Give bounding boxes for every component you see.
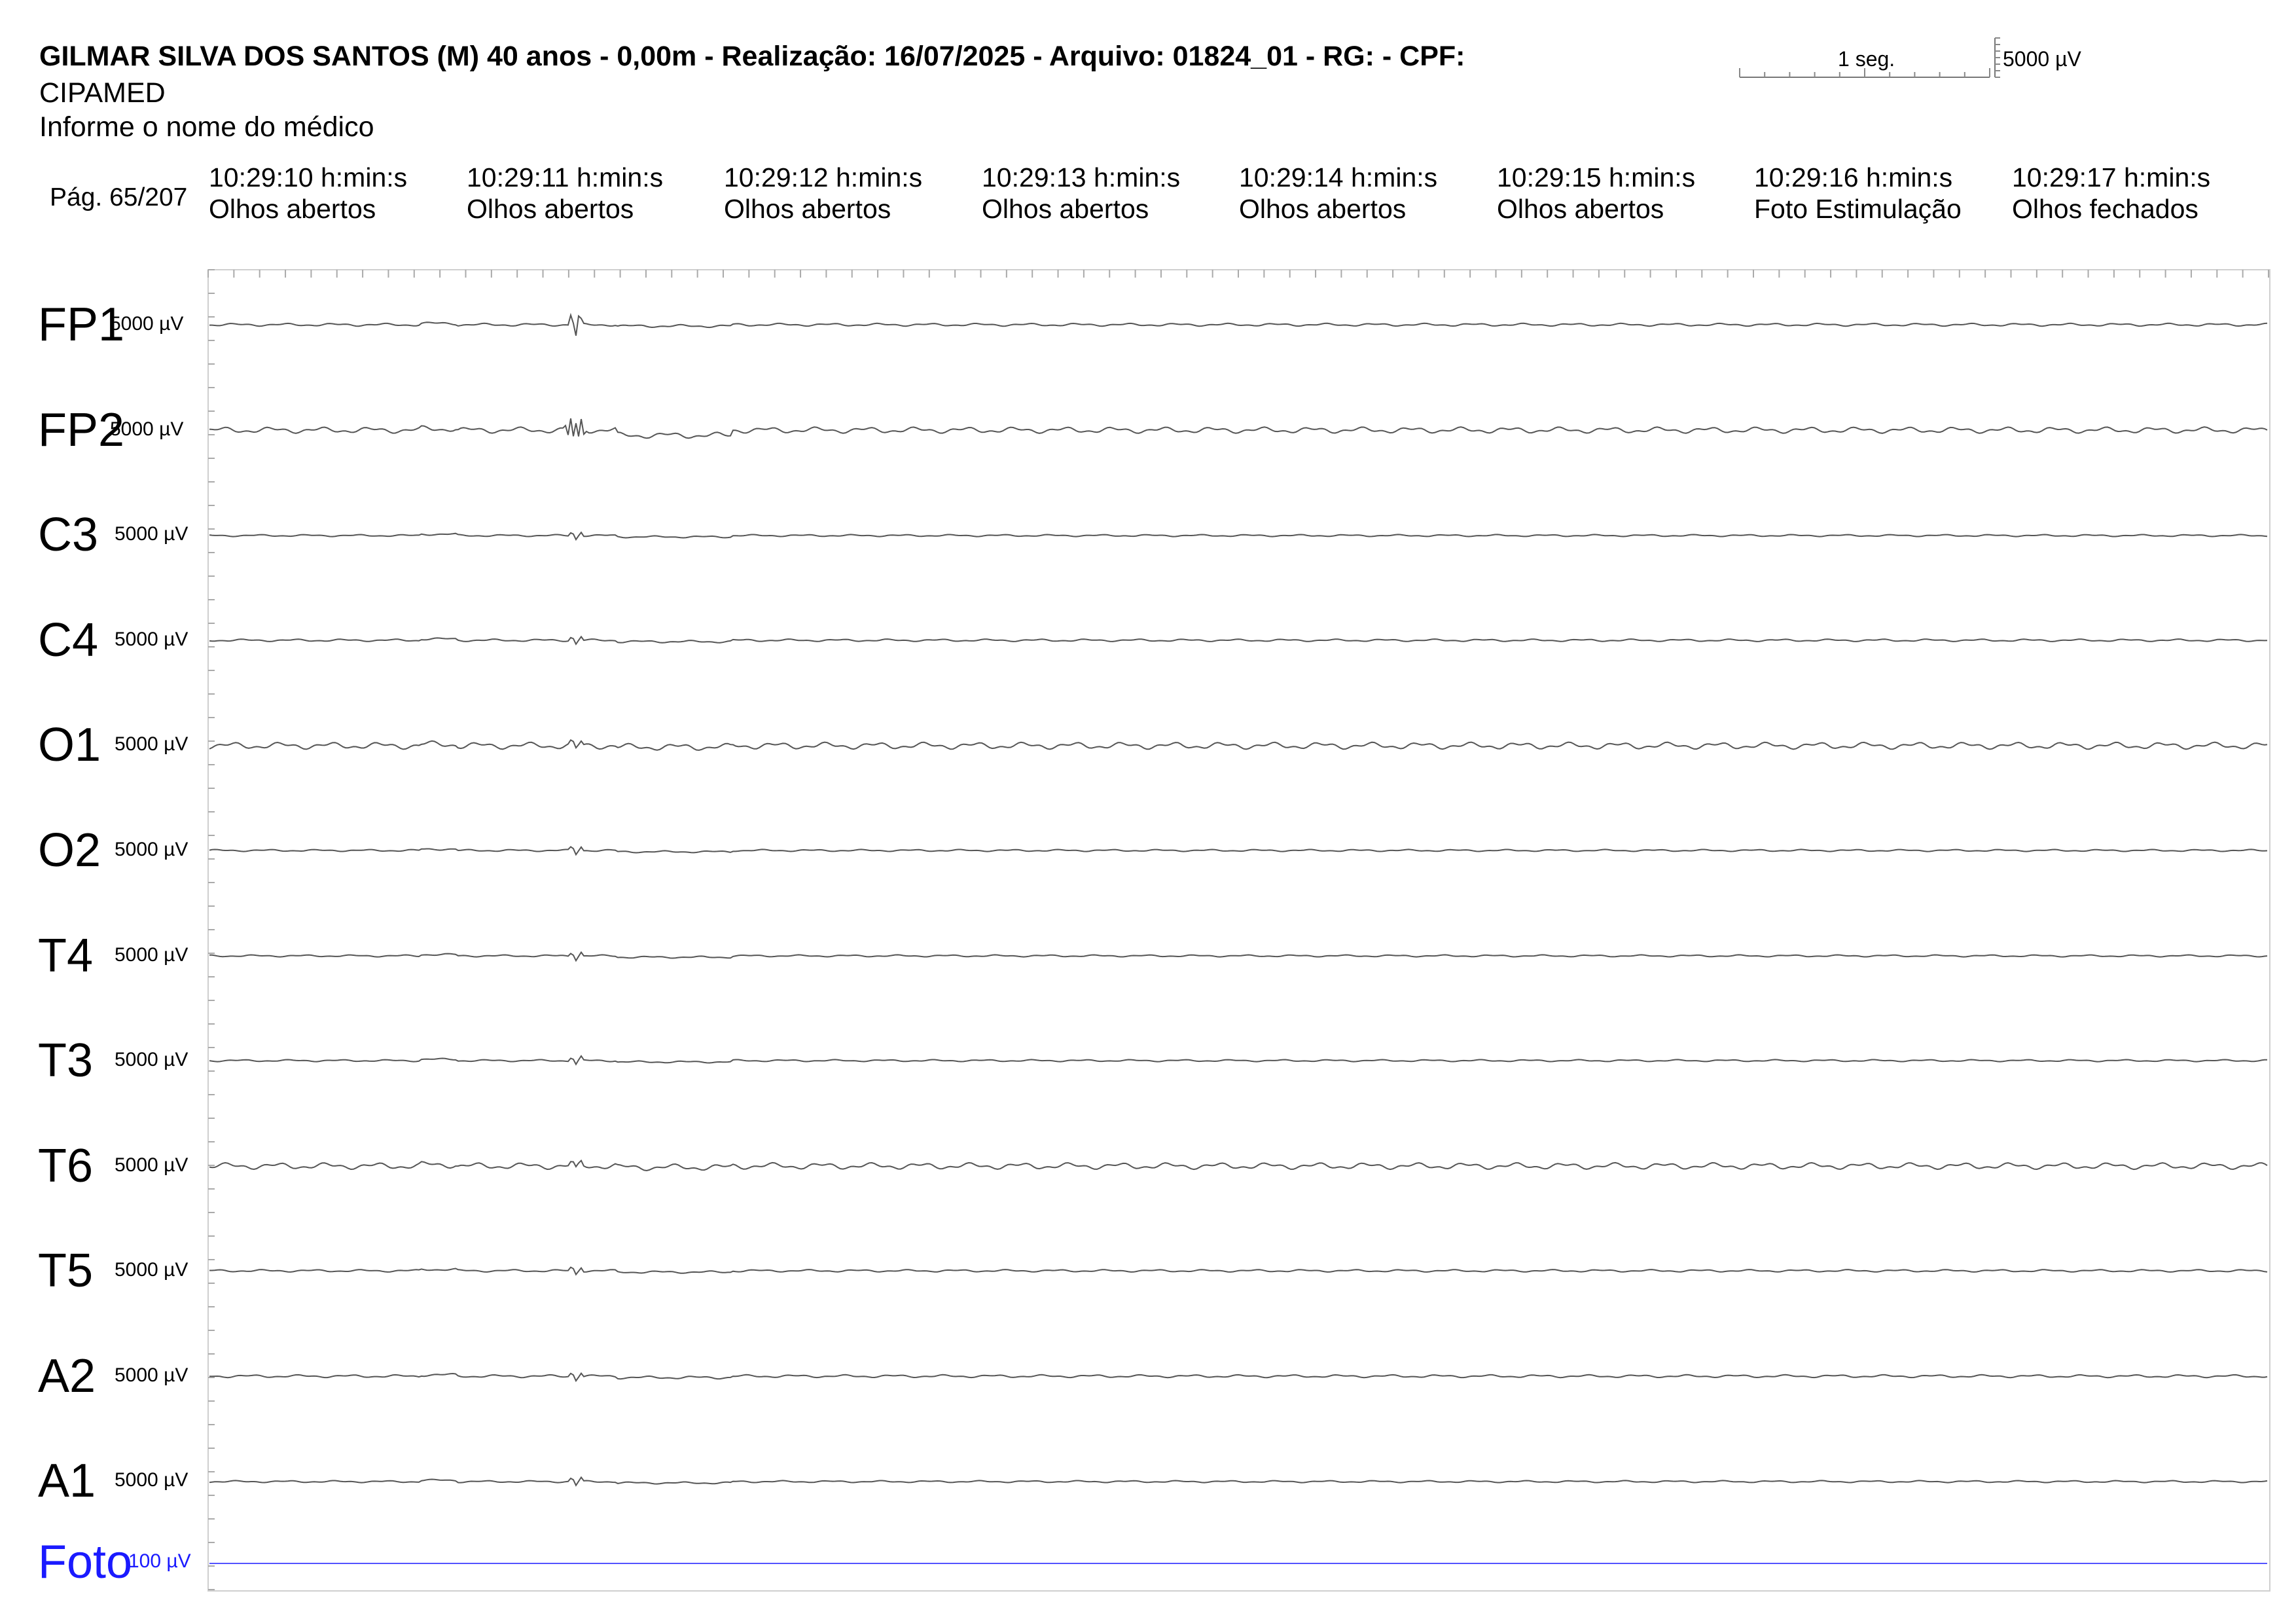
trace-t4 <box>209 951 2268 962</box>
trace-c3 <box>209 531 2268 541</box>
trace-o1 <box>209 739 2268 751</box>
trace-t6 <box>209 1159 2268 1172</box>
plot-frame <box>207 269 2270 1592</box>
trace-c4 <box>209 635 2268 646</box>
trace-a2 <box>209 1372 2268 1383</box>
scale-bar <box>1740 38 1996 78</box>
trace-fp1 <box>209 312 2268 336</box>
trace-t5 <box>209 1266 2268 1276</box>
eeg-trace-panel <box>207 37 2270 1592</box>
trace-t3 <box>209 1055 2267 1066</box>
trace-a1 <box>209 1476 2268 1487</box>
eeg-report-page: { "header": { "patient_line": "GILMAR SI… <box>0 0 2296 1623</box>
trace-fp2 <box>209 418 2268 439</box>
trace-o2 <box>209 846 2268 856</box>
